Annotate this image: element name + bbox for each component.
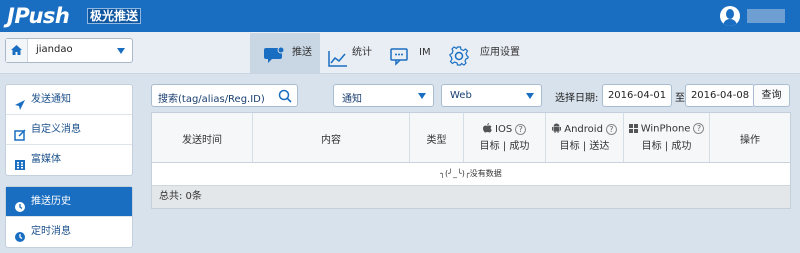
sidebar-item-label: 发送通知 [31,94,71,105]
app-selector-value: jiandao [36,44,73,55]
logo[interactable]: JPush [7,1,70,31]
search-input[interactable]: 搜索(tag/alias/Reg.ID) [151,84,298,107]
sidebar-item-label: 富媒体 [31,154,61,165]
timer-icon [14,226,26,253]
apple-icon [482,123,492,135]
sidebar-item-push-history[interactable]: 推送历史 [6,187,132,217]
ios-label: IOS [495,124,513,135]
windows-icon [628,123,638,135]
top-bar: JPush 极光推送 [0,0,800,32]
android-icon [552,123,562,135]
date-from-input[interactable]: 2016-04-01 [602,84,672,107]
help-icon[interactable]: ? [693,123,705,134]
sidebar-item-custom-message[interactable]: 自定义消息 [6,115,132,145]
col-winphone: WinPhone? 目标 | 成功 [624,113,710,162]
sidebar: 发送通知 自定义消息 富媒体 推送历史 定时消息 [5,84,133,253]
sidebar-item-rich-media[interactable]: 富媒体 [6,145,132,175]
platform-value: Web [450,90,472,101]
col-content: 内容 [253,113,410,162]
tab-statistics[interactable]: 统计 [323,33,383,73]
col-ios: IOS? 目标 | 成功 [464,113,546,162]
message-type-value: 通知 [342,94,362,105]
sidebar-group-history: 推送历史 定时消息 [5,186,133,248]
table-total: 总共: 0条 [152,185,790,208]
chat-bubble-icon [264,43,285,83]
platform-select[interactable]: Web [441,84,542,107]
android-sub: 目标 | 送达 [559,141,610,152]
tab-push-label: 推送 [292,47,312,58]
ios-sub: 目标 | 成功 [479,141,530,152]
message-type-select[interactable]: 通知 [333,84,434,107]
date-separator: 至 [675,93,685,104]
gear-icon [449,44,469,84]
app-selector[interactable]: jiandao [5,38,133,63]
winphone-label: WinPhone [640,123,691,135]
tab-statistics-label: 统计 [352,47,372,58]
sidebar-group-compose: 发送通知 自定义消息 富媒体 [5,84,133,176]
query-button[interactable]: 查询 [753,84,790,107]
chevron-down-icon [418,93,426,99]
im-chat-icon [390,44,412,84]
tab-app-settings[interactable]: 应用设置 [446,33,526,73]
empty-message: ╮(╯_╰)╭没有数据 [440,169,502,178]
date-label: 选择日期: [555,93,599,104]
col-android: Android? 目标 | 送达 [546,113,624,162]
chevron-down-icon [526,93,534,99]
tab-im[interactable]: IM [386,33,436,73]
sidebar-item-label: 定时消息 [31,226,71,237]
sidebar-item-send-notification[interactable]: 发送通知 [6,85,132,115]
chevron-down-icon [117,48,125,54]
tab-push[interactable]: 推送 [250,33,320,73]
logo-subtitle: 极光推送 [87,8,142,24]
table-header: 发送时间 内容 类型 IOS? 目标 | 成功 Android? 目标 | 送达 [152,113,790,163]
help-icon[interactable]: ? [605,123,617,135]
sidebar-item-label: 自定义消息 [31,124,81,135]
winphone-sub: 目标 | 成功 [641,141,692,152]
sidebar-item-scheduled-message[interactable]: 定时消息 [6,217,132,247]
search-icon[interactable] [278,89,292,106]
col-action: 操作 [740,135,760,146]
help-icon[interactable]: ? [515,123,527,135]
film-icon [14,154,26,184]
sidebar-item-label: 推送历史 [31,196,71,207]
date-to-input[interactable]: 2016-04-08 [685,84,755,107]
col-send-time: 发送时间 [152,113,253,162]
col-type: 类型 [410,113,464,162]
push-history-table: 发送时间 内容 类型 IOS? 目标 | 成功 Android? 目标 | 送达 [151,112,791,209]
user-avatar-icon[interactable] [720,6,740,26]
tab-im-label: IM [419,47,431,58]
tab-app-settings-label: 应用设置 [480,47,520,58]
username-redacted[interactable] [747,9,785,23]
android-label: Android [564,124,603,135]
home-icon [6,39,28,62]
line-chart-icon [328,45,348,85]
search-placeholder: 搜索(tag/alias/Reg.ID) [158,94,265,105]
